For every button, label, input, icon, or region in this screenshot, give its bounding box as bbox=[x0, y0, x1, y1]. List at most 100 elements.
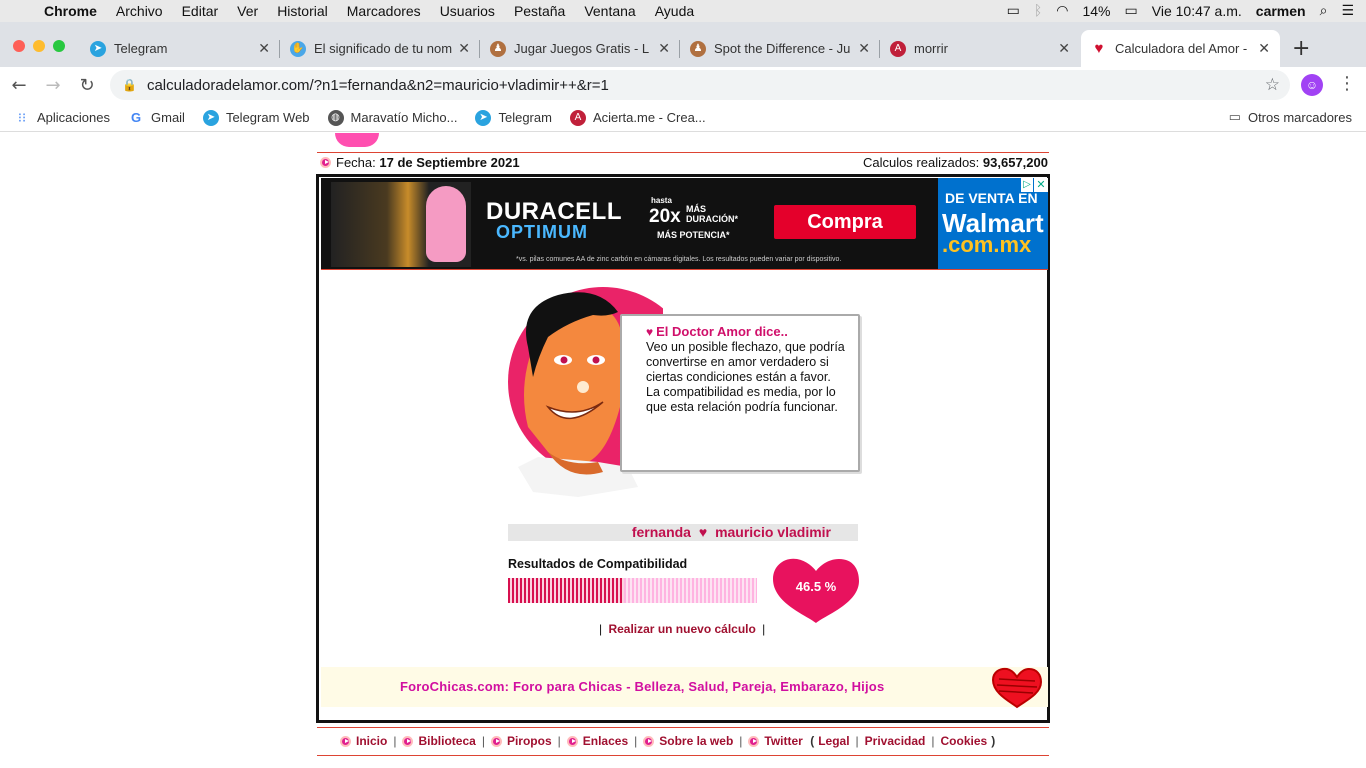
menu-marcadores[interactable]: Marcadores bbox=[347, 3, 421, 19]
window-close-icon[interactable] bbox=[13, 40, 25, 52]
bunny-image bbox=[426, 186, 466, 262]
bookmark-telegram-web[interactable]: ➤ Telegram Web bbox=[202, 109, 310, 126]
tab-calculadora-amor[interactable]: ♥ Calculadora del Amor - ✕ bbox=[1081, 30, 1280, 67]
ad-side-1: DE VENTA EN bbox=[945, 190, 1038, 206]
footer-link-biblioteca[interactable]: Biblioteca bbox=[418, 734, 475, 748]
battery-percent: 14% bbox=[1082, 3, 1111, 19]
tab-spot-difference[interactable]: ♟ Spot the Difference - Ju ✕ bbox=[680, 30, 880, 67]
ad-banner[interactable]: DURACELL OPTIMUM hasta 20x MÁS DURACIÓN*… bbox=[321, 178, 1048, 269]
bookmarks-bar: ⁝⁝ Aplicaciones G Gmail ➤ Telegram Web ◍… bbox=[0, 104, 1366, 132]
spotlight-search-icon[interactable]: ⌕ bbox=[1320, 3, 1328, 19]
macos-menubar: Chrome Archivo Editar Ver Historial Marc… bbox=[0, 0, 1366, 22]
tab-close-icon[interactable]: ✕ bbox=[858, 40, 870, 57]
heart-icon: ♥ bbox=[1094, 40, 1104, 57]
footer-link-privacidad[interactable]: Privacidad bbox=[865, 734, 926, 748]
footer-link-enlaces[interactable]: Enlaces bbox=[583, 734, 628, 748]
lock-icon[interactable]: 🔒 bbox=[122, 78, 137, 92]
bullet-icon bbox=[402, 735, 414, 747]
bookmark-star-icon[interactable]: ☆ bbox=[1265, 75, 1280, 95]
bullet-icon bbox=[566, 735, 578, 747]
footer-link-twitter[interactable]: Twitter bbox=[764, 734, 802, 748]
menu-ventana[interactable]: Ventana bbox=[584, 3, 635, 19]
info-row: Fecha: 17 de Septiembre 2021 Calculos re… bbox=[320, 153, 1048, 171]
tab-telegram[interactable]: ➤ Telegram ✕ bbox=[80, 30, 280, 67]
name-2: mauricio vladimir bbox=[715, 524, 831, 540]
game-icon: ♟ bbox=[690, 40, 706, 57]
bookmark-label: Telegram bbox=[498, 110, 552, 125]
other-bookmarks[interactable]: ▭ Otros marcadores bbox=[1229, 110, 1352, 125]
bookmark-label: Acierta.me - Crea... bbox=[592, 110, 706, 125]
tab-juegos[interactable]: ♟ Jugar Juegos Gratis - L ✕ bbox=[480, 30, 680, 67]
profile-avatar-icon[interactable]: ☺ bbox=[1301, 74, 1323, 96]
ad-close-icon[interactable]: ✕ bbox=[1034, 178, 1048, 192]
acierta-icon: A bbox=[890, 40, 906, 57]
user-name[interactable]: carmen bbox=[1256, 3, 1306, 19]
ad-info-icon[interactable]: ▷ bbox=[1021, 178, 1033, 192]
acierta-icon: A bbox=[569, 109, 586, 126]
forochicas-link[interactable]: ForoChicas.com: Foro para Chicas - Belle… bbox=[400, 679, 884, 694]
tab-morrir[interactable]: A morrir ✕ bbox=[880, 30, 1080, 67]
tab-close-icon[interactable]: ✕ bbox=[458, 40, 470, 57]
url-text[interactable]: calculadoradelamor.com/?n1=fernanda&n2=m… bbox=[147, 77, 609, 94]
count-value: 93,657,200 bbox=[982, 154, 1048, 170]
ad-promo-small: hasta bbox=[651, 196, 672, 205]
telegram-icon: ➤ bbox=[90, 40, 106, 57]
forward-arrow-icon[interactable]: → bbox=[38, 75, 68, 96]
bluetooth-icon[interactable]: ᛒ bbox=[1034, 3, 1042, 19]
menu-editar[interactable]: Editar bbox=[182, 3, 219, 19]
menu-historial[interactable]: Historial bbox=[277, 3, 328, 19]
ad-side-3: .com.mx bbox=[942, 232, 1032, 257]
bookmark-maravatio[interactable]: ◍ Maravatío Micho... bbox=[327, 109, 457, 126]
bookmark-telegram[interactable]: ➤ Telegram bbox=[475, 109, 552, 126]
tab-label: Spot the Difference - Ju bbox=[714, 41, 851, 56]
tab-close-icon[interactable]: ✕ bbox=[1258, 40, 1270, 57]
bookmark-label: Telegram Web bbox=[225, 110, 310, 125]
bookmark-aplicaciones[interactable]: ⁝⁝ Aplicaciones bbox=[14, 110, 110, 126]
bullet-icon bbox=[643, 735, 655, 747]
tab-close-icon[interactable]: ✕ bbox=[658, 40, 670, 57]
bullet-icon bbox=[340, 735, 351, 747]
compatibility-bar bbox=[508, 578, 757, 603]
new-tab-button[interactable]: + bbox=[1292, 36, 1310, 61]
window-minimize-icon[interactable] bbox=[33, 40, 45, 52]
footer-link-inicio[interactable]: Inicio bbox=[356, 734, 387, 748]
new-calculation-link[interactable]: Realizar un nuevo cálculo bbox=[608, 622, 755, 636]
heart-icon: ♥ bbox=[646, 325, 654, 339]
menu-pestana[interactable]: Pestaña bbox=[514, 3, 565, 19]
menu-ayuda[interactable]: Ayuda bbox=[655, 3, 694, 19]
back-arrow-icon[interactable]: ← bbox=[4, 75, 34, 96]
percent-value: 46.5 % bbox=[795, 579, 837, 594]
footer-link-cookies[interactable]: Cookies bbox=[941, 734, 988, 748]
tab-close-icon[interactable]: ✕ bbox=[258, 40, 270, 57]
forochicas-banner[interactable]: ForoChicas.com: Foro para Chicas - Belle… bbox=[321, 667, 1048, 709]
menu-app-name[interactable]: Chrome bbox=[44, 3, 97, 19]
footer-link-piropos[interactable]: Piropos bbox=[507, 734, 552, 748]
kebab-menu-icon[interactable]: ⋮ bbox=[1338, 73, 1356, 94]
window-zoom-icon[interactable] bbox=[53, 40, 65, 52]
date-label: Fecha: bbox=[336, 154, 376, 170]
reload-icon[interactable]: ↻ bbox=[72, 75, 102, 96]
names-bar: fernanda ♥ mauricio vladimir bbox=[508, 524, 858, 541]
wifi-icon[interactable]: ◠ bbox=[1056, 3, 1068, 19]
tab-significado[interactable]: ✋ El significado de tu nom ✕ bbox=[280, 30, 480, 67]
battery-icon[interactable]: ▭ bbox=[1125, 3, 1138, 19]
ad-buy-button[interactable]: Compra bbox=[774, 205, 916, 239]
control-center-icon[interactable]: ☰ bbox=[1341, 3, 1354, 19]
menu-ver[interactable]: Ver bbox=[237, 3, 258, 19]
bookmark-label: Gmail bbox=[151, 110, 185, 125]
menu-archivo[interactable]: Archivo bbox=[116, 3, 163, 19]
clock[interactable]: Vie 10:47 a.m. bbox=[1152, 3, 1242, 19]
bullet-icon bbox=[748, 735, 760, 747]
footer-link-sobre-la-web[interactable]: Sobre la web bbox=[659, 734, 733, 748]
telegram-icon: ➤ bbox=[202, 109, 219, 126]
menu-usuarios[interactable]: Usuarios bbox=[440, 3, 495, 19]
site-logo[interactable] bbox=[335, 133, 379, 149]
address-bar[interactable]: 🔒 calculadoradelamor.com/?n1=fernanda&n2… bbox=[110, 70, 1290, 100]
tab-close-icon[interactable]: ✕ bbox=[1058, 40, 1070, 57]
bookmark-gmail[interactable]: G Gmail bbox=[128, 110, 185, 126]
ad-subbrand: OPTIMUM bbox=[496, 222, 588, 242]
game-icon: ♟ bbox=[490, 40, 506, 57]
bookmark-acierta[interactable]: A Acierta.me - Crea... bbox=[569, 109, 706, 126]
screen-mirror-icon[interactable]: ▭ bbox=[1007, 3, 1020, 19]
footer-link-legal[interactable]: Legal bbox=[818, 734, 849, 748]
